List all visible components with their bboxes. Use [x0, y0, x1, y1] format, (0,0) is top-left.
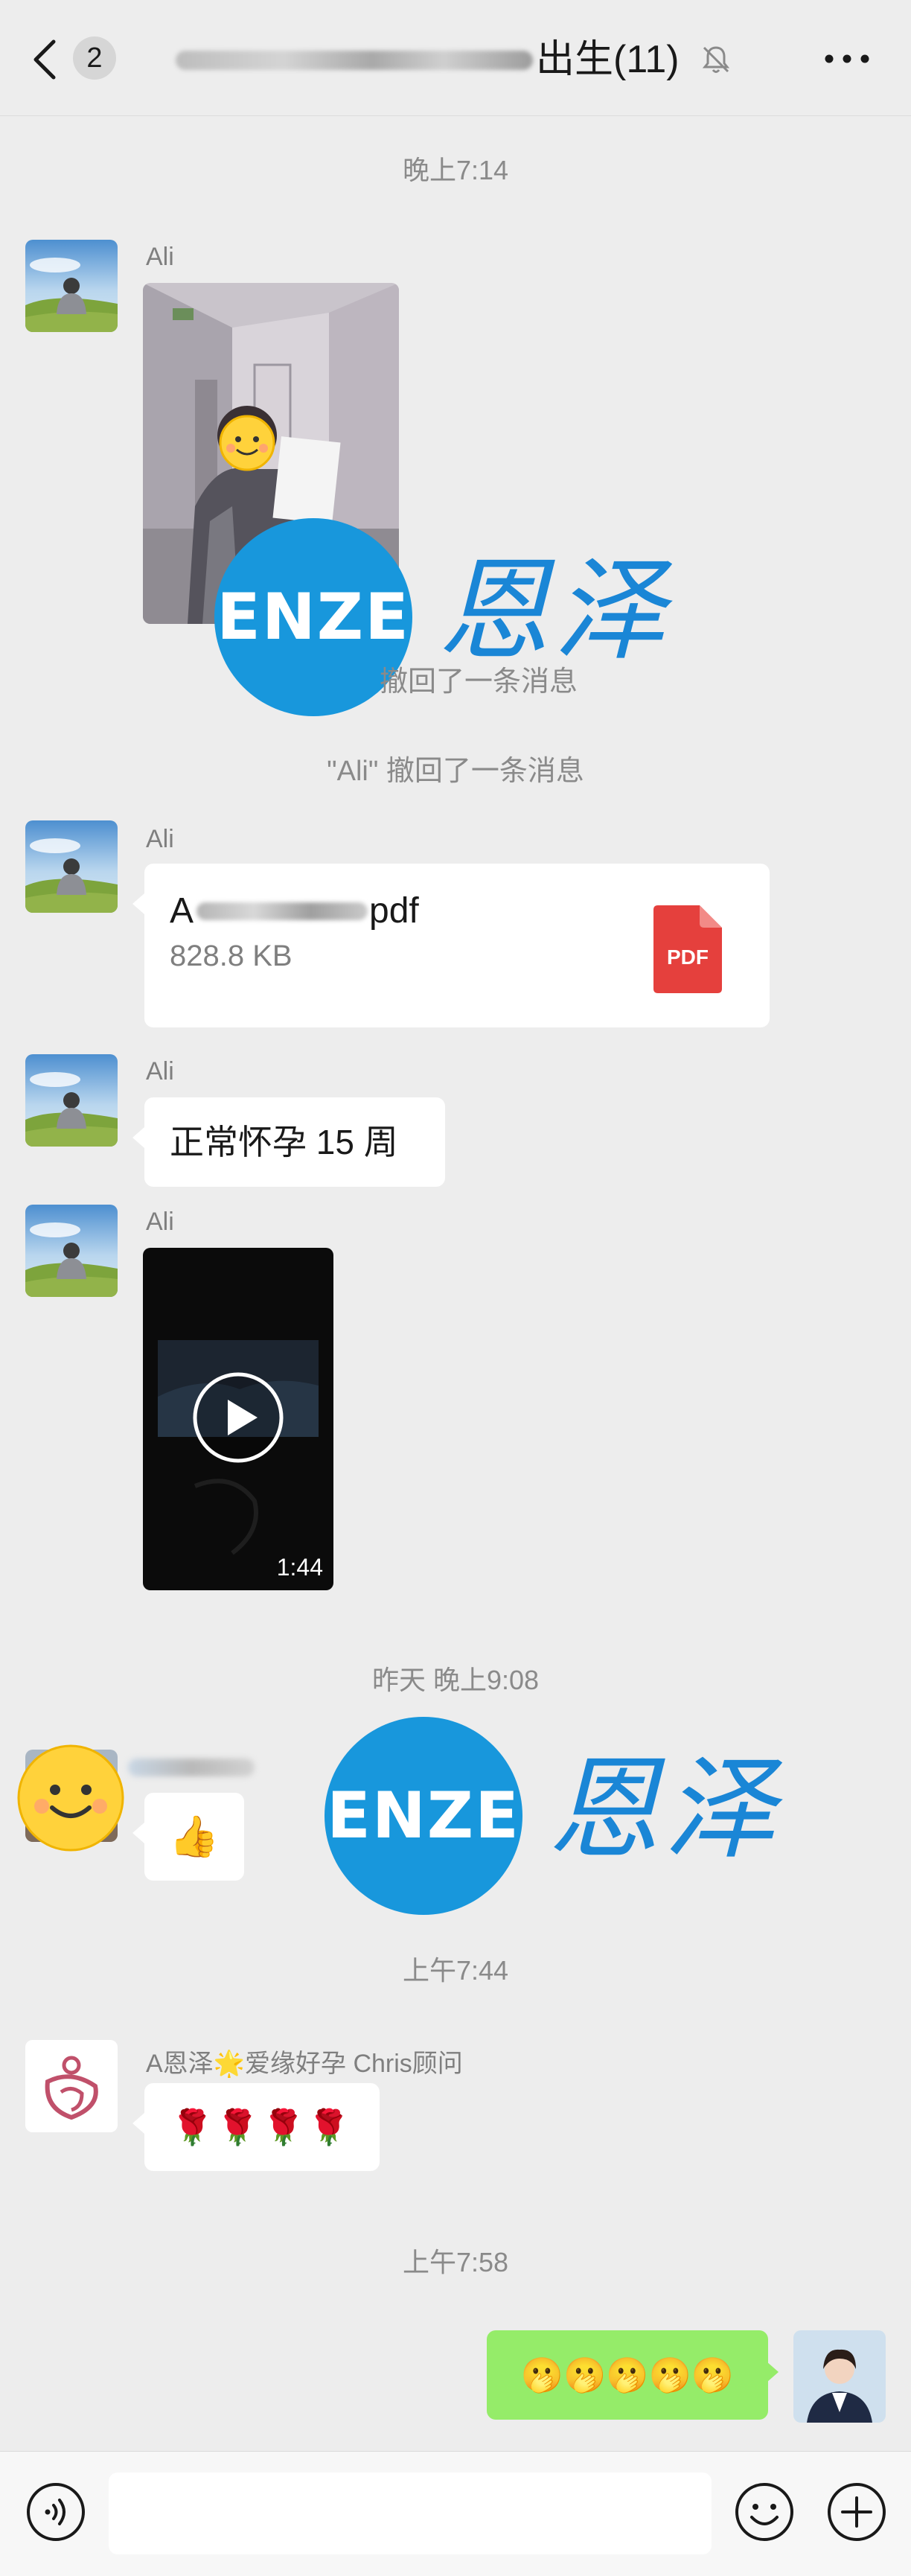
text-message[interactable]: 正常怀孕 15 周	[132, 1097, 445, 1187]
unread-count-badge[interactable]: 2	[73, 36, 116, 80]
avatar-image	[25, 1054, 118, 1147]
sender-name: Ali	[146, 1057, 174, 1085]
smiley-cover-icon	[17, 1744, 124, 1852]
back-icon[interactable]	[30, 37, 60, 82]
own-bubble-tail	[767, 2362, 779, 2382]
message-input[interactable]	[109, 2473, 712, 2554]
watermark-logo-circle: ENZE	[325, 1717, 522, 1915]
voice-input-icon[interactable]	[25, 2481, 86, 2542]
timestamp: 晚上7:14	[402, 155, 509, 185]
avatar-image	[25, 820, 118, 913]
avatar-ali[interactable]	[25, 820, 118, 913]
file-name: A pdf	[170, 890, 438, 932]
file-extension: pdf	[369, 891, 419, 931]
timestamp: 昨天 晚上9:08	[371, 1665, 540, 1695]
avatar-ali[interactable]	[25, 240, 118, 332]
blurred-title-region	[176, 51, 533, 70]
file-size: 828.8 KB	[170, 940, 293, 972]
file-message[interactable]: A pdf 828.8 KB PDF	[132, 864, 770, 1027]
recall-notice: 撤回了一条消息	[380, 666, 578, 698]
mute-bell-icon	[702, 46, 730, 73]
blurred-file-name	[196, 902, 368, 920]
chat-title: 出生(11)	[176, 31, 771, 88]
chat-header: 2 出生(11)	[0, 0, 911, 116]
avatar-advisor[interactable]	[25, 2040, 118, 2132]
watermark-chinese-text: 恩泽	[548, 1745, 781, 1875]
avatar-image	[25, 240, 118, 332]
blurred-sender-name	[128, 1759, 255, 1776]
emoji-message[interactable]: 🌹🌹🌹🌹	[132, 2083, 380, 2171]
more-plus-icon[interactable]	[826, 2481, 887, 2542]
play-icon[interactable]	[192, 1371, 284, 1464]
avatar-image	[25, 1205, 118, 1297]
sender-name: Ali	[146, 1208, 174, 1236]
pdf-label: PDF	[667, 946, 709, 969]
avatar-ali[interactable]	[25, 1205, 118, 1297]
emoji-message[interactable]: 👍	[132, 1793, 244, 1881]
avatar-self[interactable]	[793, 2330, 886, 2423]
more-options-icon[interactable]	[822, 48, 872, 70]
video-duration: 1:44	[276, 1554, 323, 1581]
file-name-prefix: A	[170, 891, 194, 931]
emoji-icon[interactable]	[734, 2481, 795, 2542]
sender-name: A恩泽🌟爱缘好孕 Chris顾问	[146, 2050, 463, 2078]
watermark-chinese-text: 恩泽	[438, 546, 671, 676]
video-message[interactable]: 1:44	[143, 1248, 333, 1590]
avatar-ali[interactable]	[25, 1054, 118, 1147]
recall-notice: "Ali" 撤回了一条消息	[327, 756, 584, 787]
pdf-file-icon: PDF	[653, 905, 722, 993]
timestamp: 上午7:58	[402, 2247, 509, 2277]
message-composer	[0, 2451, 911, 2576]
group-title-text: 出生(11)	[536, 38, 680, 81]
enze-watermark: ENZE 恩泽	[325, 1717, 786, 1918]
timestamp: 上午7:44	[402, 1955, 509, 1986]
enze-logo-avatar	[25, 2040, 118, 2132]
sender-name: Ali	[146, 825, 174, 853]
sender-name: Ali	[146, 243, 174, 271]
avatar-image	[793, 2330, 886, 2423]
own-emoji-message[interactable]: 🫢🫢🫢🫢🫢	[487, 2330, 768, 2420]
